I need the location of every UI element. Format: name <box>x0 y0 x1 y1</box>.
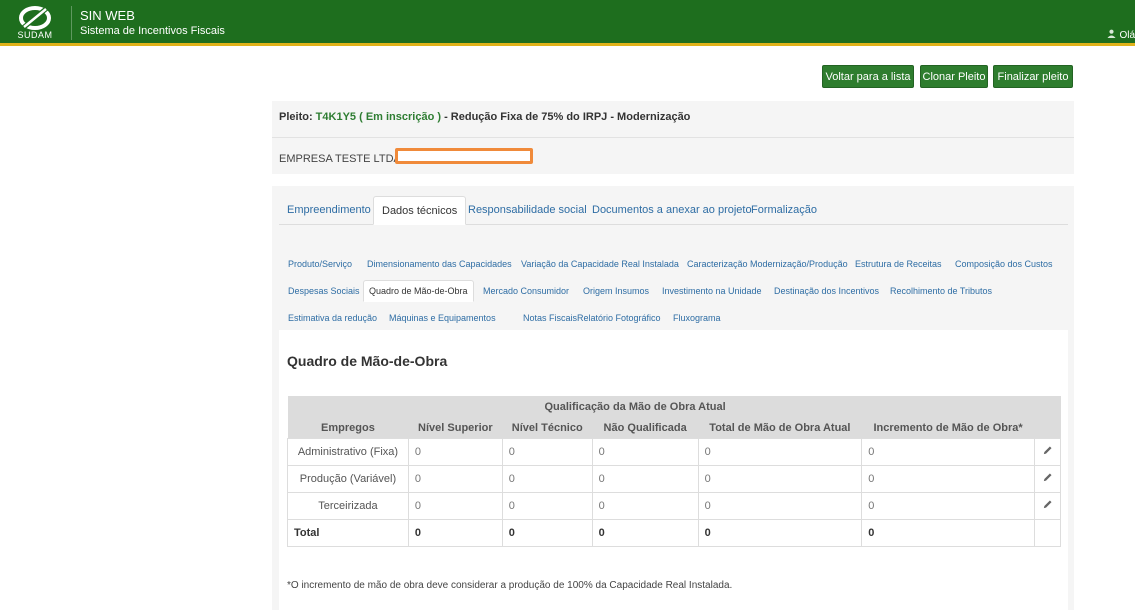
table-cell: 0 <box>407 465 503 493</box>
footnote: *O incremento de mão de obra deve consid… <box>287 580 733 591</box>
subtab-dimensionamento[interactable]: Dimensionamento das Capacidades <box>362 254 517 274</box>
logo-text: SUDAM <box>17 30 53 40</box>
table-cell: 0 <box>697 519 863 547</box>
app-title: SIN WEB <box>80 8 135 23</box>
edit-pencil-icon[interactable] <box>1033 438 1062 466</box>
table-cell: 0 <box>501 438 593 466</box>
subtab-recolhimento-tributos[interactable]: Recolhimento de Tributos <box>885 281 997 301</box>
table-group-header-row: Qualificação da Mão de Obra Atual <box>287 396 1061 417</box>
divider <box>272 137 1074 138</box>
content-panel: Quadro de Mão-de-Obra Qualificação da Mã… <box>279 330 1068 610</box>
table-cell: 0 <box>591 465 699 493</box>
user-greeting: Olá <box>1119 30 1135 41</box>
subtab-quadro-mao-de-obra[interactable]: Quadro de Mão-de-Obra <box>363 280 474 302</box>
app-subtitle: Sistema de Incentivos Fiscais <box>80 25 225 37</box>
table-row: Administrativo (Fixa) 0 0 0 0 0 <box>287 438 1062 466</box>
subtab-fluxograma[interactable]: Fluxograma <box>668 308 726 328</box>
app-header: SUDAM SIN WEB Sistema de Incentivos Fisc… <box>0 0 1135 46</box>
table-cell: 0 <box>861 465 1035 493</box>
table-cell: 0 <box>861 492 1035 520</box>
edit-pencil-icon[interactable] <box>1033 465 1062 493</box>
table-row: Terceirizada 0 0 0 0 0 <box>287 492 1062 520</box>
table-header-row: Empregos Nível Superior Nível Técnico Nã… <box>287 417 1061 439</box>
subtab-despesas-sociais[interactable]: Despesas Sociais <box>283 281 365 301</box>
group-header: Qualificação da Mão de Obra Atual <box>408 396 862 417</box>
table-total-row: Total 0 0 0 0 0 <box>287 519 1062 547</box>
table-cell: 0 <box>861 519 1035 547</box>
header-divider <box>71 6 72 40</box>
edit-pencil-icon[interactable] <box>1033 492 1062 520</box>
tab-dados-tecnicos[interactable]: Dados técnicos <box>373 196 467 225</box>
table-cell: 0 <box>591 492 699 520</box>
tab-documentos[interactable]: Documentos a anexar ao projeto <box>584 196 760 224</box>
table-row: Produção (Variável) 0 0 0 0 0 <box>287 465 1062 493</box>
column-header: Nível Superior <box>408 417 503 439</box>
subtab-variacao-capacidade[interactable]: Variação da Capacidade Real Instalada <box>516 254 684 274</box>
page-title: Quadro de Mão-de-Obra <box>287 353 448 369</box>
subtab-mercado-consumidor[interactable]: Mercado Consumidor <box>478 281 574 301</box>
clone-pleito-button[interactable]: Clonar Pleito <box>920 65 988 88</box>
pleito-info-panel: Pleito: T4K1Y5 ( Em inscrição ) - Reduçã… <box>272 101 1074 174</box>
finalize-pleito-button[interactable]: Finalizar pleito <box>993 65 1073 88</box>
labor-table: Qualificação da Mão de Obra Atual Empreg… <box>287 396 1062 547</box>
table-cell: 0 <box>501 492 593 520</box>
sudam-logo[interactable]: SUDAM <box>8 5 62 43</box>
table-cell: 0 <box>501 519 593 547</box>
main-tabs: Empreendimento Dados técnicos Responsabi… <box>279 196 1068 225</box>
subtab-caracterizacao[interactable]: Caracterização Modernização/Produção <box>682 254 853 274</box>
subtab-origem-insumos[interactable]: Origem Insumos <box>578 281 654 301</box>
tab-responsabilidade-social[interactable]: Responsabilidade social <box>460 196 595 224</box>
subtab-estimativa-reducao[interactable]: Estimativa da redução <box>283 308 382 328</box>
table-cell: 0 <box>407 438 503 466</box>
tab-formalizacao[interactable]: Formalização <box>743 196 825 224</box>
subtab-investimento-unidade[interactable]: Investimento na Unidade <box>657 281 767 301</box>
subtab-maquinas-equipamentos[interactable]: Máquinas e Equipamentos <box>384 308 501 328</box>
tab-empreendimento[interactable]: Empreendimento <box>279 196 379 224</box>
table-cell: 0 <box>591 438 699 466</box>
column-header: Incremento de Mão de Obra* <box>861 417 1035 439</box>
pleito-summary: Pleito: T4K1Y5 ( Em inscrição ) - Reduçã… <box>279 111 690 123</box>
row-label: Produção (Variável) <box>287 465 409 493</box>
column-header: Empregos <box>287 417 409 439</box>
table-cell: 0 <box>591 519 699 547</box>
subtab-produto-servico[interactable]: Produto/Serviço <box>283 254 357 274</box>
table-cell: 0 <box>861 438 1035 466</box>
subtab-estrutura-receitas[interactable]: Estrutura de Receitas <box>850 254 947 274</box>
table-cell: 0 <box>697 438 863 466</box>
table-cell: 0 <box>697 465 863 493</box>
subtab-destinacao-incentivos[interactable]: Destinação dos Incentivos <box>769 281 884 301</box>
table-cell: 0 <box>407 519 503 547</box>
table-cell: 0 <box>697 492 863 520</box>
pleito-status: ( Em inscrição ) <box>359 111 442 123</box>
redacted-field <box>395 148 533 164</box>
table-cell: 0 <box>501 465 593 493</box>
subtab-relatorio-fotografico[interactable]: Relatório Fotográfico <box>572 308 666 328</box>
company-name: EMPRESA TESTE LTDA - <box>279 153 407 165</box>
column-header: Não Qualificada <box>592 417 699 439</box>
user-menu[interactable]: Olá <box>1107 29 1135 41</box>
column-header: Total de Mão de Obra Atual <box>698 417 862 439</box>
column-header: Nível Técnico <box>502 417 593 439</box>
sudam-logo-icon <box>19 6 51 30</box>
pleito-label: Pleito: <box>279 111 316 123</box>
row-label: Terceirizada <box>287 492 409 520</box>
total-label: Total <box>287 519 409 547</box>
subtab-composicao-custos[interactable]: Composição dos Custos <box>950 254 1058 274</box>
row-label: Administrativo (Fixa) <box>287 438 409 466</box>
back-to-list-button[interactable]: Voltar para a lista <box>822 65 914 88</box>
table-cell: 0 <box>407 492 503 520</box>
user-icon <box>1107 29 1116 41</box>
pleito-description: - Redução Fixa de 75% do IRPJ - Moderniz… <box>441 111 691 123</box>
pleito-code: T4K1Y5 <box>315 111 357 123</box>
